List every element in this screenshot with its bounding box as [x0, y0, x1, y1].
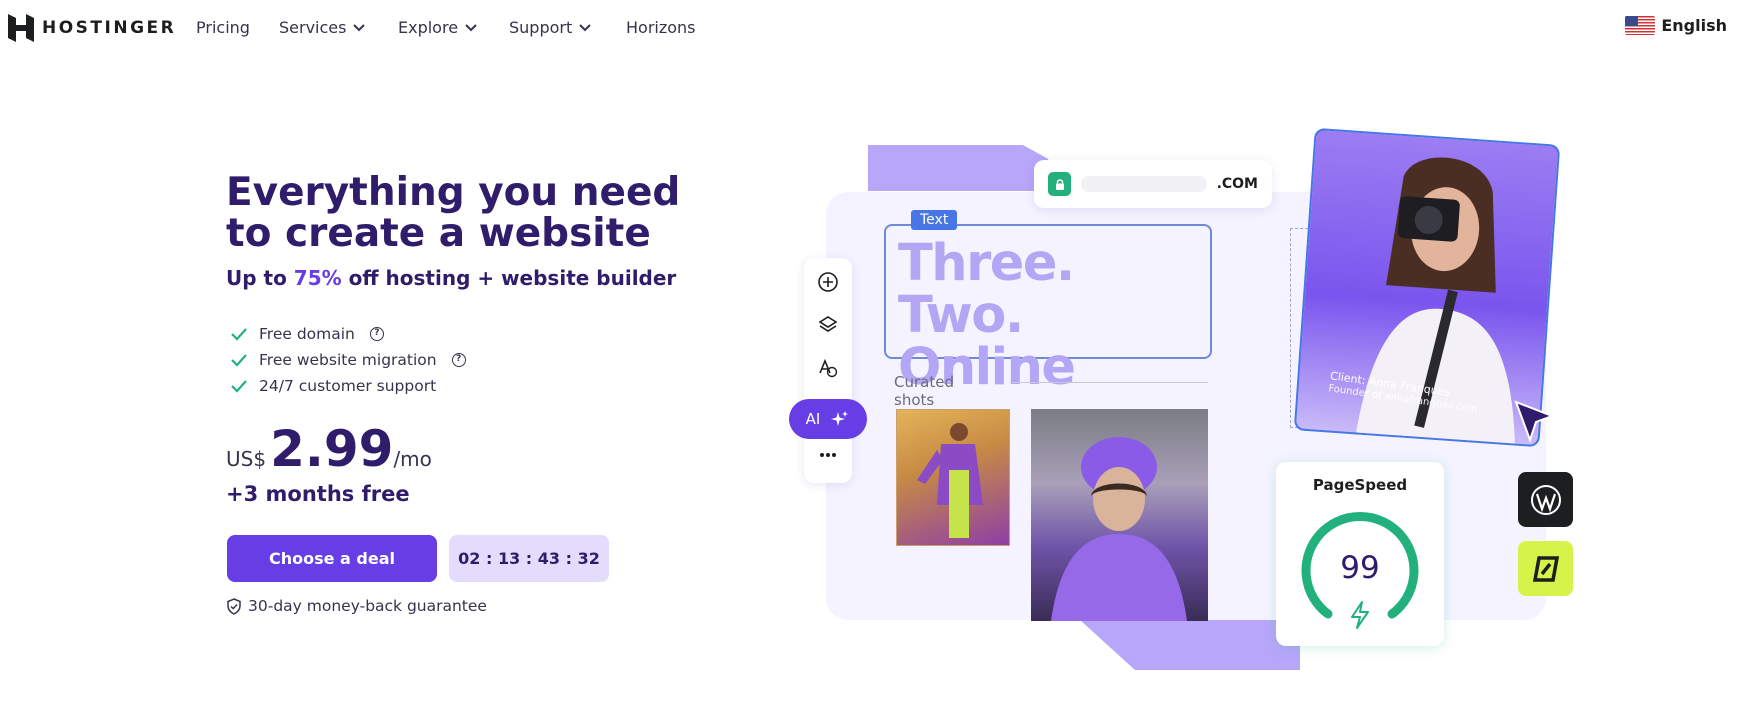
shield-check-icon: [227, 597, 241, 615]
chevron-down-icon: [579, 23, 591, 31]
choose-deal-button[interactable]: Choose a deal: [227, 535, 437, 582]
price-currency: US$: [226, 447, 267, 471]
lock-icon: [1048, 172, 1072, 196]
chevron-down-icon: [353, 23, 366, 31]
check-icon: [231, 328, 247, 341]
pagespeed-card: PageSpeed 99: [1276, 462, 1444, 646]
nav-horizons[interactable]: Horizons: [626, 18, 696, 37]
bonus-months: +3 months free: [226, 482, 410, 506]
us-flag-icon: [1625, 16, 1656, 35]
nav-explore-label: Explore: [398, 18, 459, 37]
text-block: Three. Two. Online: [884, 224, 1212, 394]
headline-line-1: Three. Two.: [898, 234, 1075, 345]
feature-label: 24/7 customer support: [259, 377, 437, 395]
feature-item: Free website migration ?: [230, 347, 466, 373]
pagespeed-label: PageSpeed: [1312, 476, 1408, 494]
price-period: /mo: [393, 447, 432, 471]
nav-services[interactable]: Services: [279, 18, 366, 37]
chevron-down-icon: [465, 23, 477, 31]
nav-explore[interactable]: Explore: [398, 18, 478, 37]
wordpress-icon: [1518, 472, 1573, 527]
feature-item: 24/7 customer support: [230, 373, 466, 399]
feature-item: Free domain ?: [230, 321, 466, 347]
hero-title: Everything you need to create a website: [226, 170, 681, 256]
guarantee-label: 30-day money-back guarantee: [248, 597, 487, 615]
ai-button: AI: [789, 399, 867, 439]
font-palette-icon: [816, 356, 840, 380]
subtitle-prefix: Up to: [226, 266, 294, 290]
language-label: English: [1661, 16, 1727, 35]
nav-services-label: Services: [279, 18, 347, 37]
lightning-icon: [1351, 601, 1369, 629]
editor-toolbar: [804, 258, 852, 483]
pagespeed-score: 99: [1340, 550, 1380, 586]
more-horizontal-icon: [816, 443, 840, 467]
nav-horizons-label: Horizons: [626, 18, 696, 37]
nav-pricing[interactable]: Pricing: [196, 18, 250, 37]
feature-label: Free domain: [259, 325, 355, 343]
divider: [1010, 382, 1208, 383]
fashion-photo-2: [1031, 409, 1208, 621]
sparkle-icon: [831, 411, 849, 426]
text-tag: Text: [911, 210, 958, 230]
feature-label: Free website migration: [259, 351, 437, 369]
check-icon: [231, 354, 247, 367]
url-bar: .COM: [1034, 160, 1272, 208]
language-selector[interactable]: English: [1625, 16, 1727, 35]
url-suffix: .COM: [1216, 176, 1258, 192]
money-back-guarantee: 30-day money-back guarantee: [226, 597, 487, 615]
url-placeholder: [1081, 176, 1207, 192]
decorative-shape: [868, 145, 1048, 191]
ai-label: AI: [805, 410, 821, 428]
nav-support[interactable]: Support: [509, 18, 592, 37]
price-amount: 2.99: [270, 420, 394, 478]
subtitle-suffix: off hosting + website builder: [341, 266, 677, 290]
horizons-logo-icon: [1518, 541, 1573, 596]
check-icon: [231, 380, 247, 393]
countdown-timer: 02 : 13 : 43 : 32: [449, 535, 609, 582]
hostinger-logo-icon: [8, 14, 34, 42]
top-navigation: HOSTINGER Pricing Services Explore Suppo…: [0, 0, 1739, 56]
decorative-shape: [1080, 620, 1300, 670]
discount-percent: 75%: [293, 266, 342, 290]
cursor-pointer-icon: [1512, 398, 1556, 448]
help-icon[interactable]: ?: [369, 327, 384, 341]
help-icon[interactable]: ?: [451, 353, 466, 367]
hostinger-logo[interactable]: HOSTINGER: [8, 14, 176, 42]
nav-support-label: Support: [509, 18, 573, 37]
price-display: US$ 2.99 /mo: [226, 420, 432, 478]
hero-subtitle: Up to 75% off hosting + website builder: [226, 266, 676, 290]
layers-icon: [816, 313, 840, 337]
brand-name: HOSTINGER: [42, 18, 177, 38]
curated-label: Curated shots: [894, 373, 954, 409]
feature-list: Free domain ? Free website migration ? 2…: [230, 321, 466, 399]
nav-pricing-label: Pricing: [196, 18, 250, 37]
fashion-photo-1: [896, 409, 1010, 546]
add-circle-icon: [816, 270, 840, 294]
